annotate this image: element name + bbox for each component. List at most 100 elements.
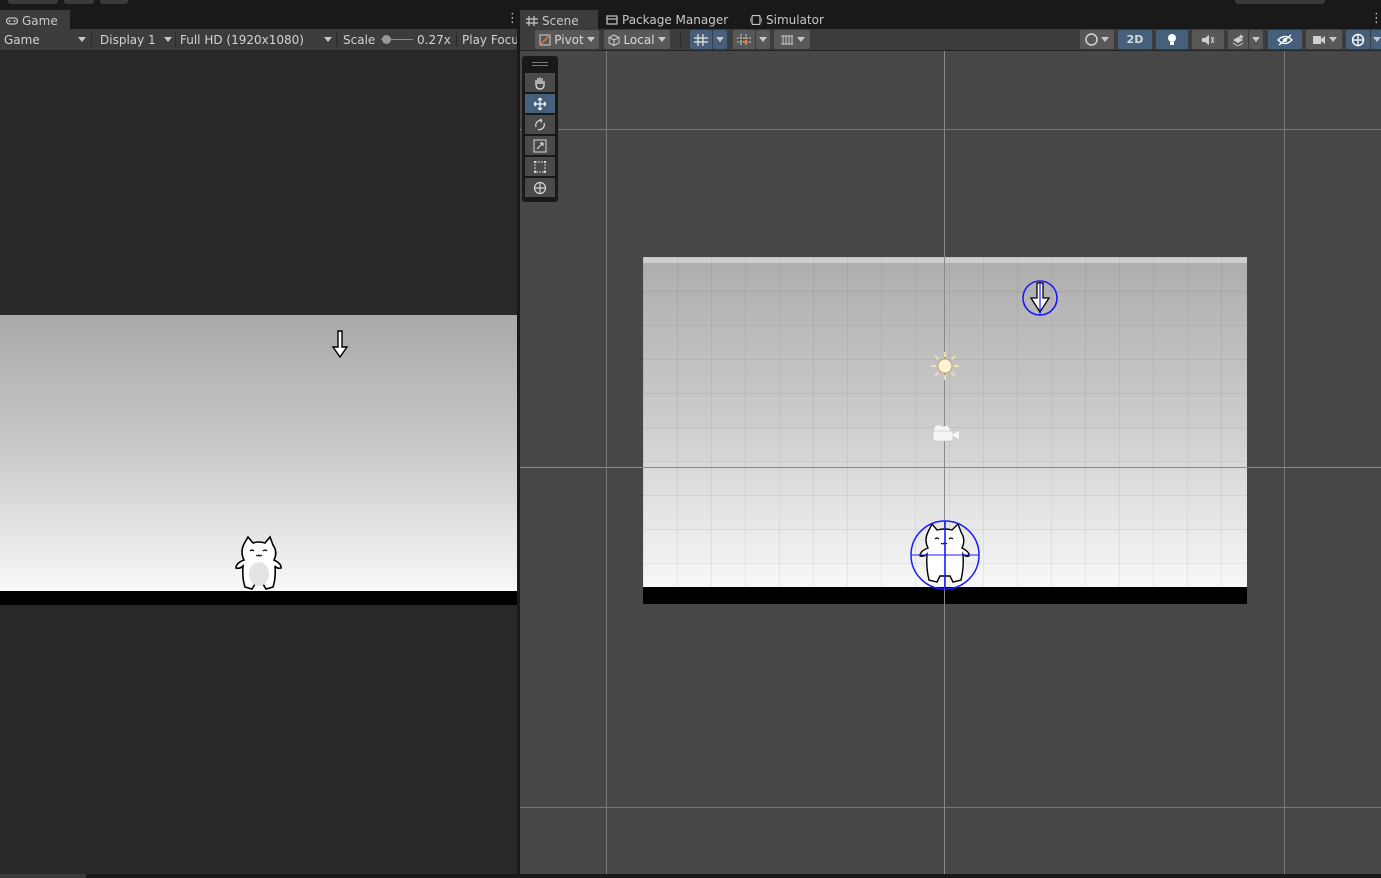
arrow-object-gizmo[interactable] xyxy=(1020,280,1060,318)
resolution-dropdown[interactable]: Full HD (1920x1080) xyxy=(180,30,332,49)
chevron-down-icon xyxy=(586,37,595,42)
divider xyxy=(456,32,457,47)
hand-tool-button[interactable] xyxy=(525,73,555,92)
transform-icon xyxy=(533,181,547,194)
rect-tool-button[interactable] xyxy=(525,157,555,176)
chevron-down-icon xyxy=(1252,37,1260,42)
effects-toggle[interactable] xyxy=(1228,30,1248,49)
increment-snap-menu[interactable] xyxy=(756,30,770,49)
y-axis-line xyxy=(944,51,945,874)
divider xyxy=(175,32,176,47)
scene-panel: Scene Package Manager Simulator ⋮ Pivot … xyxy=(520,10,1381,874)
chevron-down-icon xyxy=(1328,37,1337,42)
game-panel: Game ⋮ Game Display 1 Full HD (1920x1080… xyxy=(0,10,517,874)
gizmo-icon xyxy=(1351,33,1365,46)
scale-value: 0.27x xyxy=(417,32,451,47)
ruler-icon xyxy=(780,35,793,44)
camera-icon xyxy=(1312,35,1325,44)
tab-label: Package Manager xyxy=(622,12,729,27)
grid-icon xyxy=(526,15,538,26)
scene-tools-overlay xyxy=(522,56,558,202)
chevron-down-icon xyxy=(164,37,172,42)
grid-snap-icon xyxy=(694,33,708,46)
chevron-down-icon xyxy=(1101,37,1109,42)
transform-tool-button[interactable] xyxy=(525,178,555,197)
dropdown-value: Display 1 xyxy=(100,32,156,47)
grid-snap-button[interactable] xyxy=(690,30,712,49)
top-stub xyxy=(8,0,58,4)
camera-dropdown[interactable] xyxy=(1306,30,1342,49)
divider xyxy=(336,32,337,47)
scale-tool-button[interactable] xyxy=(525,136,555,155)
move-tool-button[interactable] xyxy=(525,94,555,113)
light-bulb-icon xyxy=(1168,34,1176,45)
grid-line xyxy=(606,51,607,874)
ruler-dropdown[interactable] xyxy=(774,30,810,49)
shading-mode-dropdown[interactable] xyxy=(1080,30,1114,49)
gizmos-toggle[interactable] xyxy=(1346,30,1370,49)
tab-label: Game xyxy=(22,13,58,28)
grid-line xyxy=(520,129,1381,130)
audio-toggle[interactable] xyxy=(1192,30,1224,49)
speaker-muted-icon xyxy=(1202,34,1215,45)
scene-visibility-toggle[interactable] xyxy=(1268,30,1302,49)
toggle-2d-button[interactable]: 2D xyxy=(1118,30,1152,49)
pivot-label: Pivot xyxy=(554,32,584,47)
game-tab-bar: Game ⋮ xyxy=(0,10,517,29)
local-dropdown[interactable]: Local xyxy=(604,30,670,49)
tab-label: Simulator xyxy=(766,12,824,27)
display-dropdown[interactable]: Display 1 xyxy=(100,30,172,49)
gizmos-menu[interactable] xyxy=(1371,30,1381,49)
chevron-down-icon xyxy=(324,37,332,42)
divider xyxy=(680,32,681,47)
game-view-dropdown[interactable]: Game xyxy=(4,30,88,49)
grid-line xyxy=(1284,51,1285,874)
scale-slider[interactable] xyxy=(381,30,413,49)
top-stub xyxy=(1235,0,1325,4)
x-axis-line xyxy=(520,467,1381,468)
cat-object-gizmo[interactable] xyxy=(908,518,982,592)
hidden-eye-icon xyxy=(1277,33,1293,46)
chevron-down-icon xyxy=(1373,37,1381,42)
tab-scene[interactable]: Scene xyxy=(520,10,598,29)
light-gizmo-icon[interactable] xyxy=(929,350,961,382)
layers-icon xyxy=(1232,33,1244,46)
scale-icon xyxy=(533,139,547,152)
cat-sprite-icon xyxy=(235,535,282,590)
chevron-down-icon xyxy=(657,37,666,42)
gamepad-icon xyxy=(6,16,18,25)
tab-label: Scene xyxy=(542,13,579,28)
effects-menu[interactable] xyxy=(1249,30,1263,49)
package-icon xyxy=(606,14,618,25)
rotate-tool-button[interactable] xyxy=(525,115,555,134)
chevron-down-icon xyxy=(759,37,767,42)
pivot-icon xyxy=(539,34,551,45)
local-label: Local xyxy=(623,32,655,47)
top-stub xyxy=(100,0,128,4)
scene-kebab-menu-icon[interactable]: ⋮ xyxy=(1370,12,1381,26)
pivot-dropdown[interactable]: Pivot xyxy=(535,30,599,49)
slider-thumb[interactable] xyxy=(381,35,391,44)
tab-simulator[interactable]: Simulator xyxy=(744,10,834,29)
grid-line xyxy=(520,807,1381,808)
overlay-drag-handle[interactable] xyxy=(532,62,548,63)
tab-package-manager[interactable]: Package Manager xyxy=(600,10,740,29)
grid-snap-menu[interactable] xyxy=(713,30,727,49)
chevron-down-icon xyxy=(716,37,724,42)
lighting-toggle[interactable] xyxy=(1156,30,1188,49)
chevron-down-icon xyxy=(78,37,86,42)
camera-gizmo-icon[interactable] xyxy=(930,424,962,444)
dropdown-value: Game xyxy=(4,32,40,47)
slider-track-wrap xyxy=(381,30,413,49)
divider xyxy=(91,32,92,47)
play-focus-dropdown[interactable]: Play Focu xyxy=(462,30,517,49)
tab-game[interactable]: Game xyxy=(0,10,70,29)
game-kebab-menu-icon[interactable]: ⋮ xyxy=(506,12,517,26)
increment-snap-button[interactable] xyxy=(733,30,755,49)
editor-top-strip xyxy=(0,0,1381,10)
simulator-icon xyxy=(750,14,762,25)
chevron-down-icon xyxy=(796,37,805,42)
scene-toolbar: Pivot Local 2D xyxy=(520,29,1381,51)
top-stub xyxy=(64,0,94,4)
dropdown-value: Full HD (1920x1080) xyxy=(180,32,304,47)
